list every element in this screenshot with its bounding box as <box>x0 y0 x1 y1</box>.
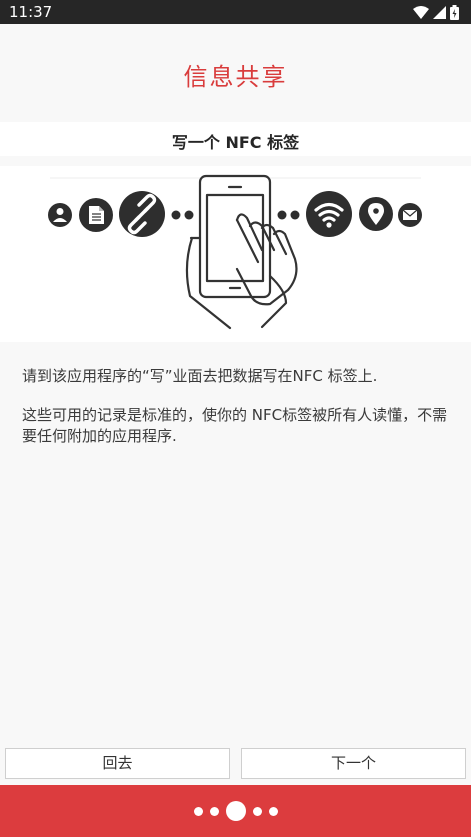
status-time: 11:37 <box>9 3 53 21</box>
connector-dot <box>171 210 181 220</box>
location-icon <box>359 197 393 231</box>
description-paragraph: 请到该应用程序的“写”业面去把数据写在NFC 标签上. <box>22 367 378 385</box>
status-bar: 11:37 <box>0 0 471 24</box>
status-icons <box>413 4 459 20</box>
mail-icon <box>398 203 422 227</box>
back-button[interactable]: 回去 <box>5 748 230 779</box>
cell-signal-icon <box>433 5 446 19</box>
connector-dot <box>290 210 300 220</box>
page-title: 信息共享 <box>183 63 288 91</box>
subtitle-bar: 写一个 NFC 标签 <box>0 122 471 156</box>
link-icon <box>119 191 165 237</box>
footer-bar <box>0 785 471 837</box>
nfc-illustration <box>0 166 471 342</box>
battery-icon <box>450 4 459 20</box>
wifi-icon <box>306 191 352 237</box>
contact-icon <box>48 203 72 227</box>
header: 信息共享 <box>0 24 471 122</box>
page-dot-active[interactable] <box>225 801 246 821</box>
description: 请到该应用程序的“写”业面去把数据写在NFC 标签上. 这些可用的记录是标准的，… <box>22 366 452 447</box>
section-subtitle: 写一个 NFC 标签 <box>171 133 300 152</box>
connector-dot <box>184 210 194 220</box>
connector-dot <box>277 210 287 220</box>
document-icon <box>79 198 113 232</box>
phone-hand-icon <box>185 174 298 330</box>
page-dot[interactable] <box>193 806 203 816</box>
page-dot[interactable] <box>209 806 219 816</box>
page-dot[interactable] <box>268 806 278 816</box>
description-paragraph: 这些可用的记录是标准的，使你的 NFC标签被所有人读懂，不需要任何附加的应用程序… <box>22 406 448 445</box>
page-dot[interactable] <box>252 806 262 816</box>
next-button[interactable]: 下一个 <box>241 748 466 779</box>
page-indicator <box>0 800 471 822</box>
wifi-signal-icon <box>413 5 429 19</box>
